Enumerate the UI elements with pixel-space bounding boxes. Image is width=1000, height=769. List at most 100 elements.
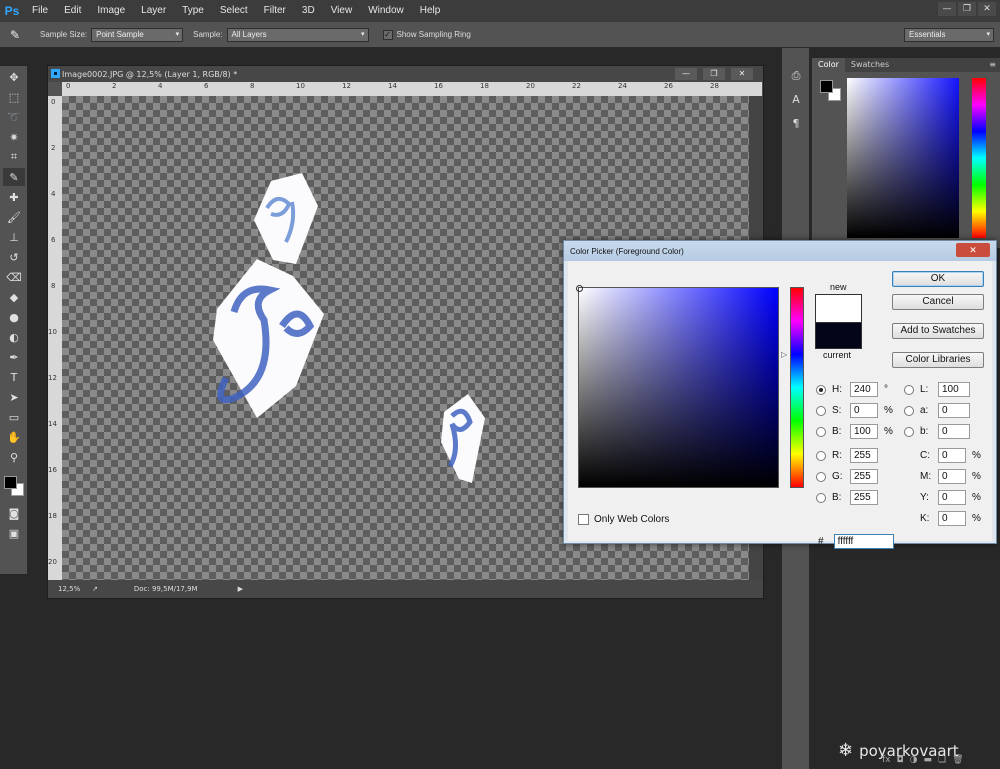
minimize-button[interactable]: —: [938, 2, 956, 16]
magic-wand-tool-icon[interactable]: ✷: [3, 128, 25, 146]
menu-view[interactable]: View: [323, 0, 361, 22]
saturation-input[interactable]: 0: [850, 403, 878, 418]
panel-color-field[interactable]: [847, 78, 959, 238]
screen-mode-icon[interactable]: ▣: [3, 524, 25, 542]
hue-slider-handle-icon[interactable]: ▷: [781, 350, 787, 359]
marquee-tool-icon[interactable]: ⬚: [3, 88, 25, 106]
cancel-button[interactable]: Cancel: [892, 294, 984, 310]
only-web-colors-checkbox[interactable]: [578, 514, 589, 525]
sample-size-select[interactable]: Point Sample ▾: [91, 27, 184, 42]
red-radio[interactable]: [816, 450, 826, 461]
path-selection-tool-icon[interactable]: ➤: [3, 388, 25, 406]
panel-hue-spectrum[interactable]: [972, 78, 986, 238]
menu-window[interactable]: Window: [360, 0, 412, 22]
ruler-label: 16: [434, 82, 443, 90]
lab-b-radio[interactable]: [904, 426, 914, 437]
only-web-colors-row: Only Web Colors: [578, 514, 669, 525]
dodge-tool-icon[interactable]: ◐: [3, 328, 25, 346]
saturation-row: S: 0 %: [816, 403, 893, 418]
hue-slider[interactable]: [790, 287, 804, 488]
paint-bucket-tool-icon[interactable]: ◆: [3, 288, 25, 306]
pen-tool-icon[interactable]: ✒: [3, 348, 25, 366]
lab-l-radio[interactable]: [904, 384, 914, 395]
blur-tool-icon[interactable]: ●: [3, 308, 25, 326]
menu-file[interactable]: File: [24, 0, 56, 22]
lab-l-input[interactable]: 100: [938, 382, 970, 397]
menu-help[interactable]: Help: [412, 0, 449, 22]
zoom-level[interactable]: 12,5%: [58, 585, 84, 593]
menu-layer[interactable]: Layer: [133, 0, 174, 22]
lasso-tool-icon[interactable]: ➰: [3, 108, 25, 126]
blue-input[interactable]: 255: [850, 490, 878, 505]
tab-swatches[interactable]: Swatches: [845, 58, 895, 72]
crop-tool-icon[interactable]: ⌗: [3, 148, 25, 166]
panel-menu-icon[interactable]: ≡: [989, 58, 996, 72]
restore-button[interactable]: ❐: [958, 2, 976, 16]
red-input[interactable]: 255: [850, 448, 878, 463]
paragraph-panel-icon[interactable]: ¶: [785, 114, 807, 134]
yellow-input[interactable]: 0: [938, 490, 966, 505]
quick-mask-icon[interactable]: ◙: [3, 504, 25, 522]
black-input[interactable]: 0: [938, 511, 966, 526]
menu-select[interactable]: Select: [212, 0, 256, 22]
dialog-close-button[interactable]: ✕: [956, 243, 990, 257]
doc-minimize-button[interactable]: —: [675, 68, 697, 80]
close-button[interactable]: ✕: [978, 2, 996, 16]
green-input[interactable]: 255: [850, 469, 878, 484]
move-tool-icon[interactable]: ✥: [3, 68, 25, 86]
sample-select[interactable]: All Layers ▾: [226, 27, 369, 42]
history-brush-tool-icon[interactable]: ↺: [3, 248, 25, 266]
document-title-bar[interactable]: ▪ Image0002.JPG @ 12,5% (Layer 1, RGB/8)…: [48, 66, 763, 82]
clone-stamp-tool-icon[interactable]: ⊥: [3, 228, 25, 246]
doc-restore-button[interactable]: ❐: [703, 68, 725, 80]
lab-a-radio[interactable]: [904, 405, 914, 416]
eyedropper-tool-icon[interactable]: ✎: [3, 168, 25, 186]
hand-tool-icon[interactable]: ✋: [3, 428, 25, 446]
hue-radio[interactable]: [816, 384, 826, 395]
color-swatches[interactable]: [0, 472, 27, 502]
export-icon[interactable]: ↗: [92, 585, 98, 593]
hex-row: # ffffff: [818, 534, 894, 549]
menu-type[interactable]: Type: [174, 0, 212, 22]
type-tool-icon[interactable]: T: [3, 368, 25, 386]
dialog-title-bar[interactable]: Color Picker (Foreground Color) ✕: [564, 241, 996, 261]
color-field-cursor[interactable]: [576, 285, 583, 292]
saturation-radio[interactable]: [816, 405, 826, 416]
green-radio[interactable]: [816, 471, 826, 482]
tab-color[interactable]: Color: [812, 58, 845, 72]
workspace-select[interactable]: Essentials ▾: [904, 28, 994, 42]
add-to-swatches-button[interactable]: Add to Swatches: [892, 323, 984, 339]
magenta-input[interactable]: 0: [938, 469, 966, 484]
hex-input[interactable]: ffffff: [833, 534, 894, 549]
menu-3d[interactable]: 3D: [294, 0, 323, 22]
show-sampling-ring-checkbox[interactable]: ✓: [382, 29, 393, 40]
lab-b-input[interactable]: 0: [938, 424, 970, 439]
menu-edit[interactable]: Edit: [56, 0, 89, 22]
doc-close-button[interactable]: ✕: [731, 68, 753, 80]
current-color-swatch[interactable]: [815, 322, 862, 349]
saturation-brightness-field[interactable]: [576, 285, 779, 488]
eyedropper-icon[interactable]: ✎: [0, 28, 30, 42]
healing-brush-tool-icon[interactable]: ✚: [3, 188, 25, 206]
menu-filter[interactable]: Filter: [256, 0, 294, 22]
eraser-tool-icon[interactable]: ⌫: [3, 268, 25, 286]
rectangle-tool-icon[interactable]: ▭: [3, 408, 25, 426]
panel-foreground-swatch[interactable]: [820, 80, 833, 93]
zoom-tool-icon[interactable]: ⚲: [3, 448, 25, 466]
brush-tool-icon[interactable]: 🖌: [3, 208, 25, 226]
hue-input[interactable]: 240: [850, 382, 878, 397]
history-panel-icon[interactable]: ⎙: [785, 66, 807, 86]
cyan-input[interactable]: 0: [938, 448, 966, 463]
brightness-radio[interactable]: [816, 426, 826, 437]
character-panel-icon[interactable]: A: [785, 90, 807, 110]
hex-label: #: [818, 536, 824, 547]
lab-a-input[interactable]: 0: [938, 403, 970, 418]
blue-radio[interactable]: [816, 492, 826, 503]
brightness-input[interactable]: 100: [850, 424, 878, 439]
ruler-label: 26: [664, 82, 673, 90]
foreground-color-swatch[interactable]: [4, 476, 17, 489]
status-menu-arrow-icon[interactable]: ▶: [238, 585, 243, 593]
menu-image[interactable]: Image: [89, 0, 133, 22]
color-libraries-button[interactable]: Color Libraries: [892, 352, 984, 368]
ok-button[interactable]: OK: [892, 271, 984, 287]
